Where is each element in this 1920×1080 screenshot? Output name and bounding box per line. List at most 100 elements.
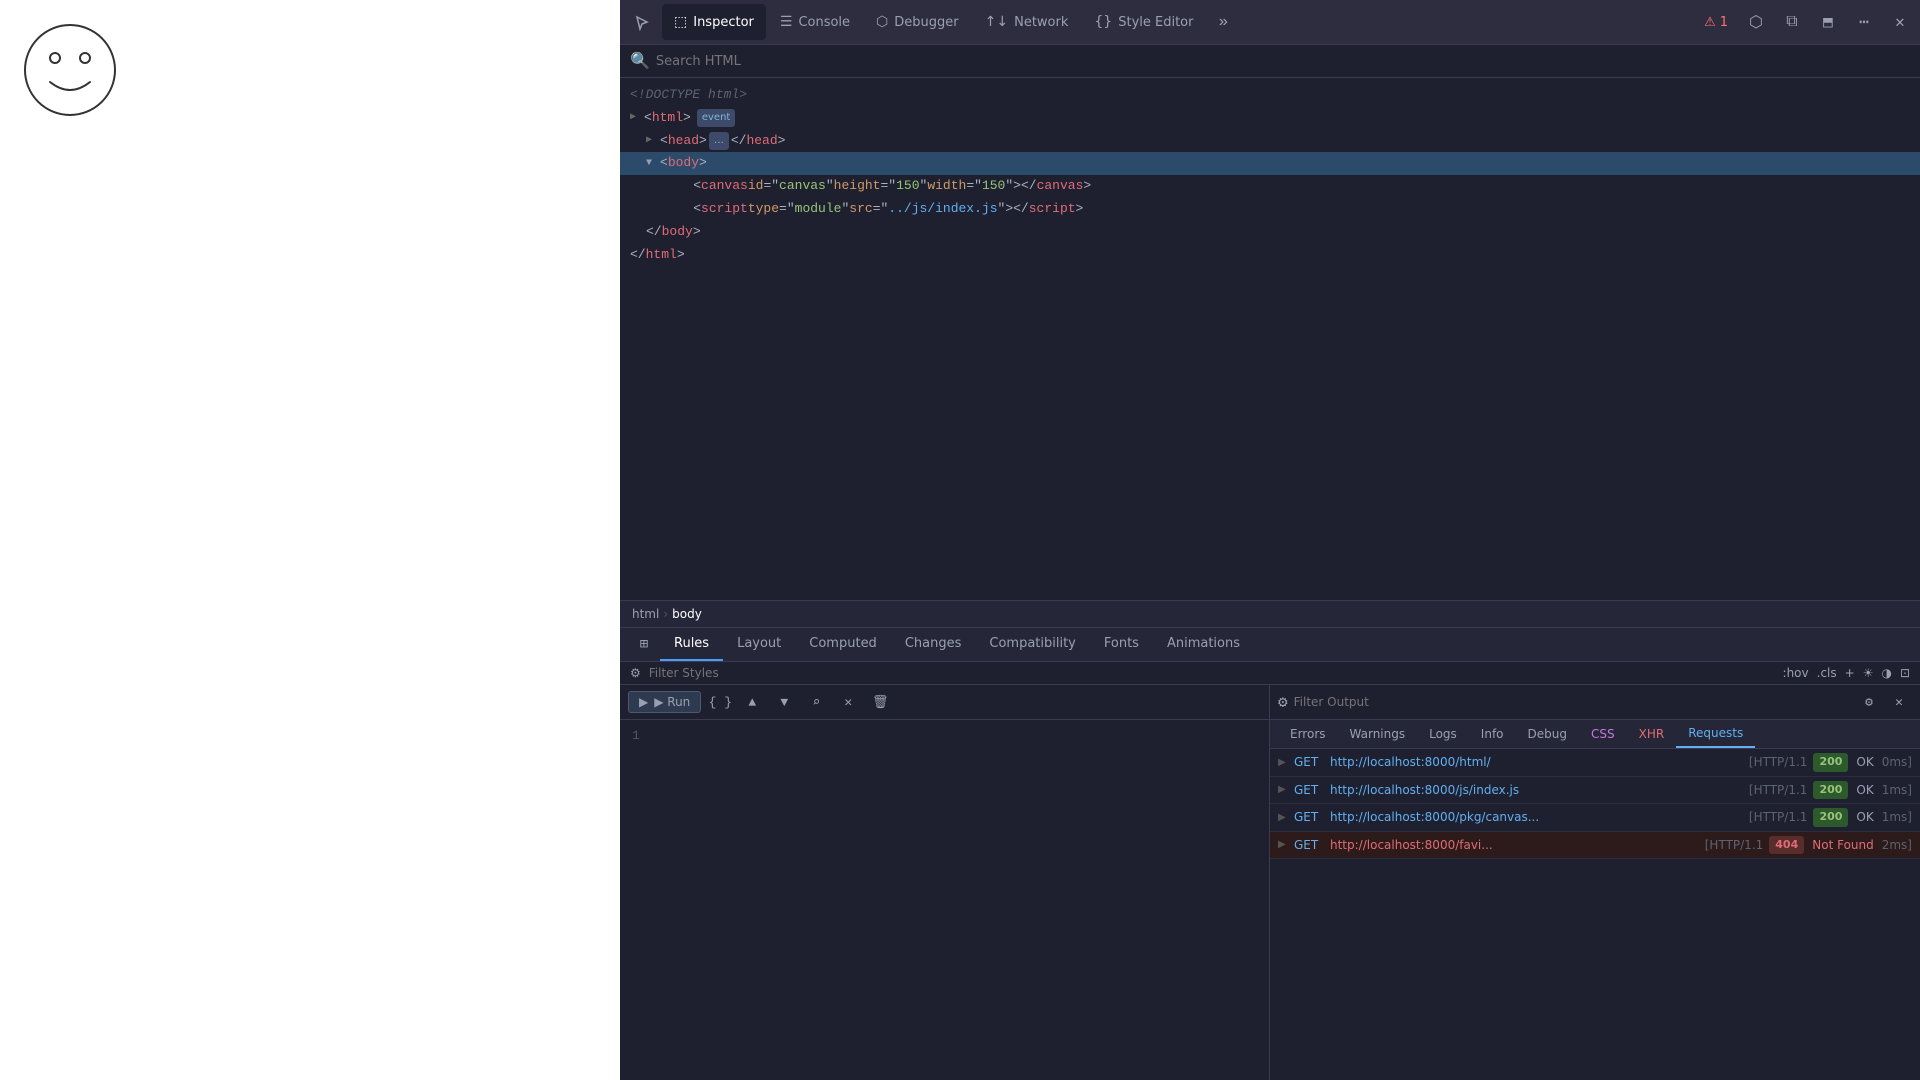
code-editor-area[interactable]: 1 [620,720,1269,1080]
run-button[interactable]: ▶ ▶ Run [628,691,701,713]
close-devtools-button[interactable]: ✕ [1884,6,1916,38]
tab-style-editor[interactable]: {} Style Editor [1082,4,1205,40]
network-row-0[interactable]: ▶ GET http://localhost:8000/html/ [HTTP/… [1270,749,1920,777]
search-bar: 🔍 [620,45,1920,78]
style-editor-icon: {} [1094,14,1112,30]
breadcrumb: html › body [620,601,1920,628]
row1-url[interactable]: http://localhost:8000/js/index.js [1330,781,1743,799]
light-mode-button[interactable]: ☀ [1863,666,1874,680]
css-tab-changes[interactable]: Changes [891,628,976,661]
console-tab-errors[interactable]: Errors [1278,721,1338,747]
html-head-line[interactable]: ▶ <head> … </head> [620,130,1920,153]
console-tab-logs[interactable]: Logs [1417,721,1469,747]
pseudo-cls-button[interactable]: .cls [1817,666,1837,680]
row0-status-badge: 200 [1813,753,1848,772]
console-filter-bar: ⚙ ⚙ ✕ [1270,685,1920,720]
row0-url[interactable]: http://localhost:8000/html/ [1330,753,1743,771]
clear-run-button[interactable]: ✕ [835,689,861,715]
filter-styles-input[interactable] [649,666,1775,680]
css-tab-compatibility[interactable]: Compatibility [975,628,1090,661]
row0-protocol: [HTTP/1.1 [1749,753,1808,771]
overflow-button[interactable]: » [1207,6,1239,38]
row3-time: 2ms] [1882,836,1912,854]
html-tag-line[interactable]: ▶ <html> event [620,107,1920,130]
search-icon: 🔍 [630,51,650,71]
row2-url[interactable]: http://localhost:8000/pkg/canvas... [1330,808,1743,826]
console-tab-xhr[interactable]: XHR [1627,721,1677,747]
row2-protocol: [HTTP/1.1 [1749,808,1808,826]
zoom-button[interactable]: ⌕ [803,689,829,715]
responsive-button[interactable]: ⧉ [1776,6,1808,38]
dark-mode-button[interactable]: ◑ [1881,666,1891,680]
expand-html-arrow[interactable]: ▶ [630,110,642,126]
more-options-button[interactable]: ⋯ [1848,6,1880,38]
console-tab-debug[interactable]: Debug [1516,721,1579,747]
inspector-panel: 🔍 <!DOCTYPE html> ▶ <html> event ▶ <head… [620,45,1920,600]
console-settings-button[interactable]: ⚙ [1856,689,1882,715]
line-number-1: 1 [632,728,640,743]
format-button[interactable]: { } [707,689,733,715]
pseudo-hov-button[interactable]: :hov [1783,666,1809,680]
network-row-1[interactable]: ▶ GET http://localhost:8000/js/index.js … [1270,777,1920,805]
tab-console[interactable]: ☰ Console [768,4,862,40]
debugger-icon: ⬡ [876,14,888,30]
css-tab-animations[interactable]: Animations [1153,628,1254,661]
console-tab-info[interactable]: Info [1469,721,1516,747]
html-body-line[interactable]: ▼ <body> [620,152,1920,175]
css-tab-layout[interactable]: Layout [723,628,795,661]
add-rule-button[interactable]: + [1845,666,1855,680]
row1-expand-icon[interactable]: ▶ [1278,782,1288,797]
tab-network[interactable]: ↑↓ Network [973,4,1081,40]
breadcrumb-html[interactable]: html [632,607,659,621]
sidebar-toggle-icon[interactable]: ⊞ [628,636,660,653]
dock-button[interactable]: ⬒ [1812,6,1844,38]
network-row-2[interactable]: ▶ GET http://localhost:8000/pkg/canvas..… [1270,804,1920,832]
error-badge[interactable]: ⚠ 1 [1696,13,1736,32]
html-doctype-line[interactable]: <!DOCTYPE html> [620,84,1920,107]
css-tab-rules[interactable]: Rules [660,628,723,661]
network-row-3[interactable]: ▶ GET http://localhost:8000/favi... [HTT… [1270,832,1920,860]
network-list: ▶ GET http://localhost:8000/html/ [HTTP/… [1270,749,1920,1080]
screenshot-button[interactable]: ⬡ [1740,6,1772,38]
console-tab-warnings[interactable]: Warnings [1338,721,1418,747]
row2-status-text: OK [1856,808,1873,826]
row3-url[interactable]: http://localhost:8000/favi... [1330,836,1699,854]
tab-inspector[interactable]: ⬚ Inspector [662,4,766,40]
expand-head-arrow[interactable]: ▶ [646,133,658,149]
html-script-line[interactable]: <script type="module" src="../js/index.j… [620,198,1920,221]
row1-status-text: OK [1856,781,1873,799]
row0-expand-icon[interactable]: ▶ [1278,755,1288,770]
console-tab-css[interactable]: CSS [1579,721,1627,747]
css-tab-fonts[interactable]: Fonts [1090,628,1153,661]
code-view-button[interactable]: ⊡ [1900,666,1910,680]
network-icon: ↑↓ [985,14,1008,30]
trash-button[interactable]: 🗑 [867,689,893,715]
console-tab-requests[interactable]: Requests [1676,720,1755,748]
filter-output-input[interactable] [1294,695,1850,709]
browser-viewport [0,0,620,1080]
row2-time: 1ms] [1882,808,1912,826]
event-badge[interactable]: event [697,109,735,127]
console-close-button[interactable]: ✕ [1886,689,1912,715]
html-close-html-line[interactable]: </html> [620,244,1920,267]
row3-expand-icon[interactable]: ▶ [1278,837,1288,852]
html-canvas-line[interactable]: <canvas id="canvas" height="150" width="… [620,175,1920,198]
breadcrumb-body[interactable]: body [672,607,702,621]
expand-body-arrow[interactable]: ▼ [646,156,658,172]
filter-icon: ⚙ [630,666,641,680]
search-html-input[interactable] [656,54,1910,69]
row0-time: 0ms] [1882,753,1912,771]
nav-down-button[interactable]: ▼ [771,689,797,715]
run-play-icon: ▶ [639,695,648,709]
css-tab-computed[interactable]: Computed [795,628,891,661]
pick-element-button[interactable] [624,4,660,40]
html-close-body-line[interactable]: </body> [620,221,1920,244]
tab-debugger[interactable]: ⬡ Debugger [864,4,971,40]
html-tree: <!DOCTYPE html> ▶ <html> event ▶ <head> … [620,78,1920,600]
row2-expand-icon[interactable]: ▶ [1278,810,1288,825]
toolbar-right: ⚠ 1 ⬡ ⧉ ⬒ ⋯ ✕ [1696,6,1916,38]
devtools-panel: ⬚ Inspector ☰ Console ⬡ Debugger ↑↓ Netw… [620,0,1920,1080]
nav-up-button[interactable]: ▲ [739,689,765,715]
head-ellipsis[interactable]: … [709,132,729,150]
row1-method: GET [1294,781,1324,799]
